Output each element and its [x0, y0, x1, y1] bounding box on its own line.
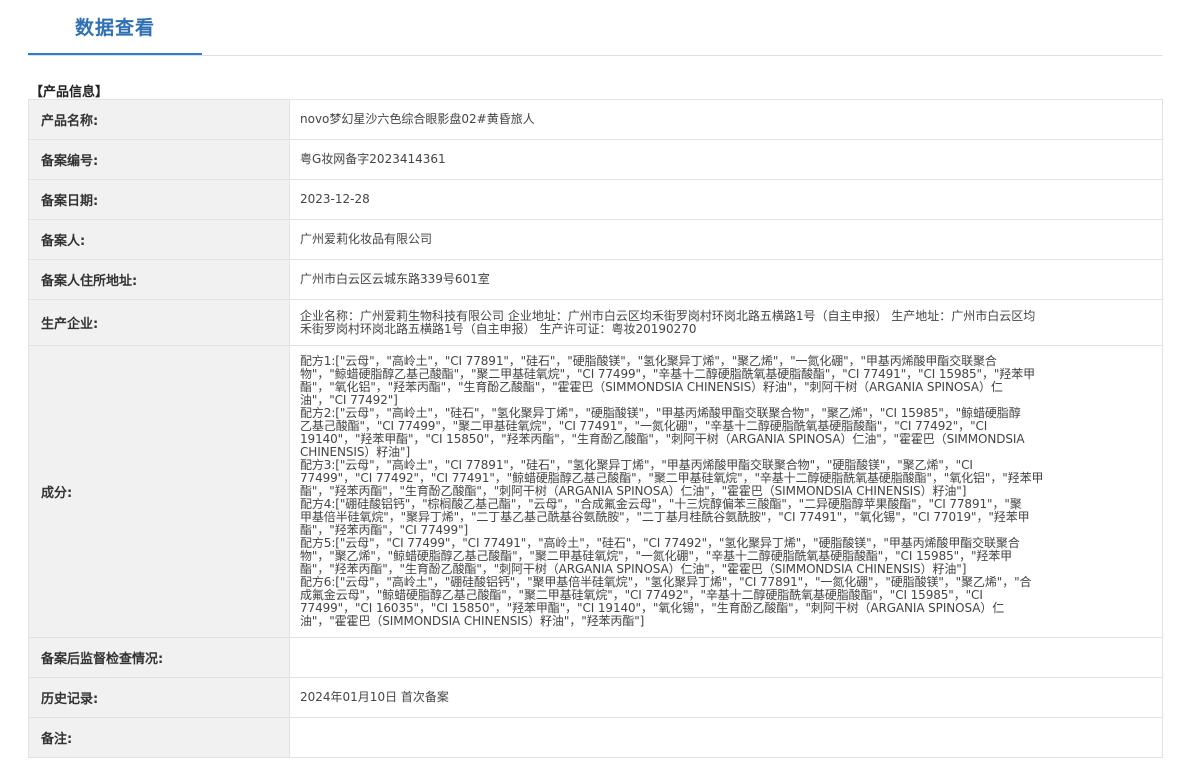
field-label-ingredients: 成分:	[28, 345, 290, 638]
field-value-registrant-address: 广州市白云区云城东路339号601室	[289, 259, 1163, 300]
field-value-inspection	[289, 637, 1163, 678]
field-label-product-name: 产品名称:	[28, 99, 290, 140]
tab-data-view[interactable]: 数据查看	[28, 0, 202, 55]
tab-bar: 数据查看	[28, 0, 1163, 56]
field-label-remarks: 备注:	[28, 717, 290, 758]
table-row: 备案日期: 2023-12-28	[28, 179, 1163, 220]
table-row: 产品名称: novo梦幻星沙六色综合眼影盘02#黄昏旅人	[28, 99, 1163, 140]
product-info-table: 产品名称: novo梦幻星沙六色综合眼影盘02#黄昏旅人 备案编号: 粤G妆网备…	[28, 99, 1163, 758]
field-value-record-date: 2023-12-28	[289, 179, 1163, 220]
field-label-registrant-address: 备案人住所地址:	[28, 259, 290, 300]
field-label-record-number: 备案编号:	[28, 139, 290, 180]
field-value-manufacturer: 企业名称：广州爱莉生物科技有限公司 企业地址：广州市白云区均禾街罗岗村环岗北路五…	[289, 299, 1163, 346]
table-row: 历史记录: 2024年01月10日 首次备案	[28, 677, 1163, 718]
field-label-history: 历史记录:	[28, 677, 290, 718]
table-row: 备案人住所地址: 广州市白云区云城东路339号601室	[28, 259, 1163, 300]
field-value-registrant: 广州爱莉化妆品有限公司	[289, 219, 1163, 260]
field-value-product-name: novo梦幻星沙六色综合眼影盘02#黄昏旅人	[289, 99, 1163, 140]
field-label-inspection: 备案后监督检查情况:	[28, 637, 290, 678]
field-label-registrant: 备案人:	[28, 219, 290, 260]
field-value-remarks	[289, 717, 1163, 758]
table-row: 备案后监督检查情况:	[28, 637, 1163, 678]
table-row: 成分: 配方1:["云母"，"高岭土"，"CI 77891"，"硅石"，"硬脂酸…	[28, 345, 1163, 638]
table-row: 备案编号: 粤G妆网备字2023414361	[28, 139, 1163, 180]
table-row: 备注:	[28, 717, 1163, 758]
section-title: 【产品信息】	[30, 85, 109, 100]
table-row: 备案人: 广州爱莉化妆品有限公司	[28, 219, 1163, 260]
field-label-manufacturer: 生产企业:	[28, 299, 290, 346]
field-label-record-date: 备案日期:	[28, 179, 290, 220]
field-value-record-number: 粤G妆网备字2023414361	[289, 139, 1163, 180]
table-row: 生产企业: 企业名称：广州爱莉生物科技有限公司 企业地址：广州市白云区均禾街罗岗…	[28, 299, 1163, 346]
field-value-history: 2024年01月10日 首次备案	[289, 677, 1163, 718]
field-value-ingredients: 配方1:["云母"，"高岭土"，"CI 77891"，"硅石"，"硬脂酸镁"，"…	[289, 345, 1163, 638]
